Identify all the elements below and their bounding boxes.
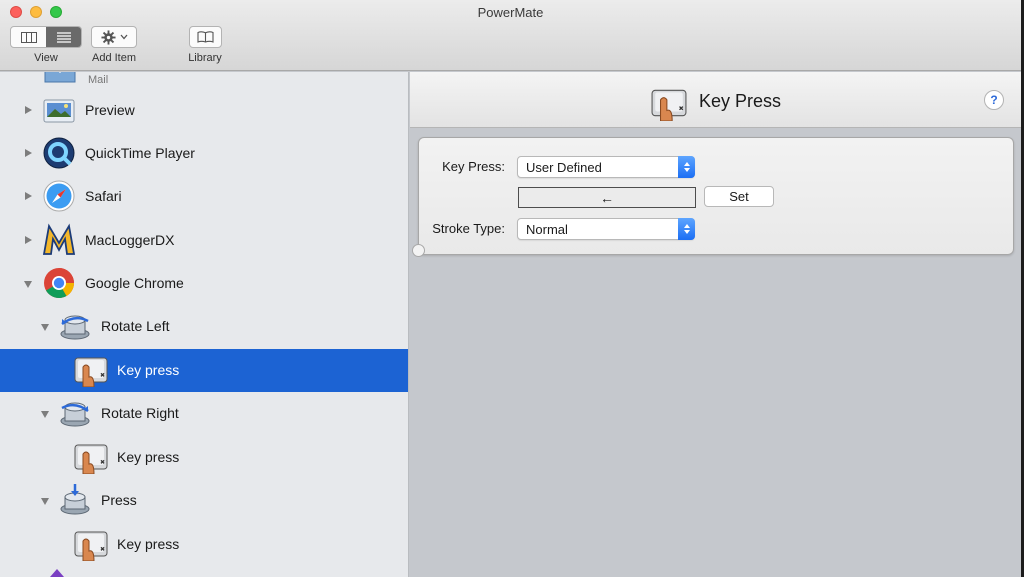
add-item-label: Add Item <box>91 52 137 64</box>
toolbar: PowerMate View Add Item Library <box>0 0 1021 71</box>
rotate-right-icon <box>60 402 90 427</box>
sidebar-item-label: Preview <box>85 102 135 118</box>
key-capture-field[interactable]: ← <box>518 187 696 208</box>
svg-text:✖: ✖ <box>100 459 105 466</box>
detail-header: ✖ Key Press ? <box>410 72 1021 128</box>
sidebar-item-google-chrome[interactable]: Google Chrome <box>0 262 408 305</box>
sidebar-item-safari[interactable]: Safari <box>0 175 408 218</box>
key-press-icon: ✖ <box>651 89 687 121</box>
view-segmented-control[interactable] <box>10 26 82 48</box>
sidebar: Mail Preview QuickTime Player Safari Mac… <box>0 72 409 577</box>
key-press-select[interactable]: User Defined <box>517 156 695 178</box>
svg-text:✖: ✖ <box>100 546 105 553</box>
disclosure-expanded-icon[interactable] <box>24 281 32 288</box>
mail-icon <box>44 72 76 83</box>
split-view-handle[interactable] <box>412 244 425 257</box>
window-title: PowerMate <box>477 5 544 20</box>
svg-text:✖: ✖ <box>100 372 105 379</box>
quicktime-icon <box>43 137 75 169</box>
sidebar-item-label: Key press <box>117 362 180 378</box>
sidebar-item-key-press[interactable]: ✖ Key press <box>0 523 408 566</box>
stroke-type-select-value: Normal <box>526 222 568 237</box>
preview-icon <box>43 99 75 123</box>
disclosure-collapsed-icon[interactable] <box>25 236 32 244</box>
sidebar-item-quicktime-player[interactable]: QuickTime Player <box>0 132 408 175</box>
sidebar-item-label: Key press <box>117 536 180 552</box>
key-press-select-value: User Defined <box>526 160 602 175</box>
add-item-button[interactable] <box>91 26 137 48</box>
sidebar-item-label: Rotate Right <box>101 405 179 421</box>
column-view-button[interactable] <box>11 27 46 47</box>
sidebar-item-label: Safari <box>85 188 122 204</box>
sidebar-item-label: Key press <box>117 449 180 465</box>
disclosure-collapsed-icon[interactable] <box>25 106 32 114</box>
disclosure-expanded-icon[interactable] <box>41 324 49 331</box>
sidebar-item-preview[interactable]: Preview <box>0 89 408 132</box>
key-press-icon: ✖ <box>74 357 108 387</box>
library-label: Library <box>188 52 222 64</box>
sidebar-item-label: Mail <box>88 74 109 86</box>
key-press-settings-panel: Key Press: User Defined ← Set Stroke Typ… <box>418 137 1014 255</box>
safari-icon <box>43 180 75 212</box>
stroke-type-label: Stroke Type: <box>432 221 505 236</box>
rotate-left-icon <box>60 315 90 340</box>
sidebar-item-label: Press <box>101 492 137 508</box>
chevron-down-icon <box>120 34 127 40</box>
library-button[interactable] <box>189 26 222 48</box>
sidebar-item-rotate-left[interactable]: Rotate Left <box>0 305 408 348</box>
book-icon <box>197 31 214 43</box>
disclosure-collapsed-icon[interactable] <box>25 149 32 157</box>
sidebar-item-key-press[interactable]: ✖ Key press <box>0 349 408 392</box>
app-window: PowerMate View Add Item Library Mail Pre… <box>0 0 1021 577</box>
key-press-icon: ✖ <box>74 531 108 561</box>
sidebar-item-label: Google Chrome <box>85 275 184 291</box>
popup-arrows-icon <box>678 218 695 240</box>
sidebar-item-label: MacLoggerDX <box>85 232 175 248</box>
sidebar-item-press[interactable]: Press <box>0 479 408 522</box>
macloggerdx-icon <box>42 223 76 255</box>
sidebar-item-rotate-right[interactable]: Rotate Right <box>0 392 408 435</box>
gear-icon <box>100 29 116 45</box>
disclosure-collapsed-icon[interactable] <box>25 192 32 200</box>
svg-text:✖: ✖ <box>679 105 684 112</box>
key-press-icon: ✖ <box>74 444 108 474</box>
list-view-button[interactable] <box>46 27 81 47</box>
key-press-label: Key Press: <box>442 159 505 174</box>
stroke-type-select[interactable]: Normal <box>517 218 695 240</box>
partial-app-icon <box>50 569 64 577</box>
sidebar-item-label: Rotate Left <box>101 318 170 334</box>
page-title: Key Press <box>699 91 782 111</box>
disclosure-expanded-icon[interactable] <box>41 411 49 418</box>
chrome-icon <box>44 268 74 299</box>
press-icon <box>60 484 90 515</box>
help-button[interactable]: ? <box>984 90 1004 110</box>
sidebar-item-key-press[interactable]: ✖ Key press <box>0 436 408 479</box>
columns-icon <box>20 31 37 43</box>
list-icon <box>56 31 71 43</box>
sidebar-item-macloggerdx[interactable]: MacLoggerDX <box>0 219 408 262</box>
disclosure-expanded-icon[interactable] <box>41 498 49 505</box>
sidebar-item-label: QuickTime Player <box>85 145 195 161</box>
set-button[interactable]: Set <box>704 186 774 207</box>
view-label: View <box>34 52 58 64</box>
popup-arrows-icon <box>678 156 695 178</box>
